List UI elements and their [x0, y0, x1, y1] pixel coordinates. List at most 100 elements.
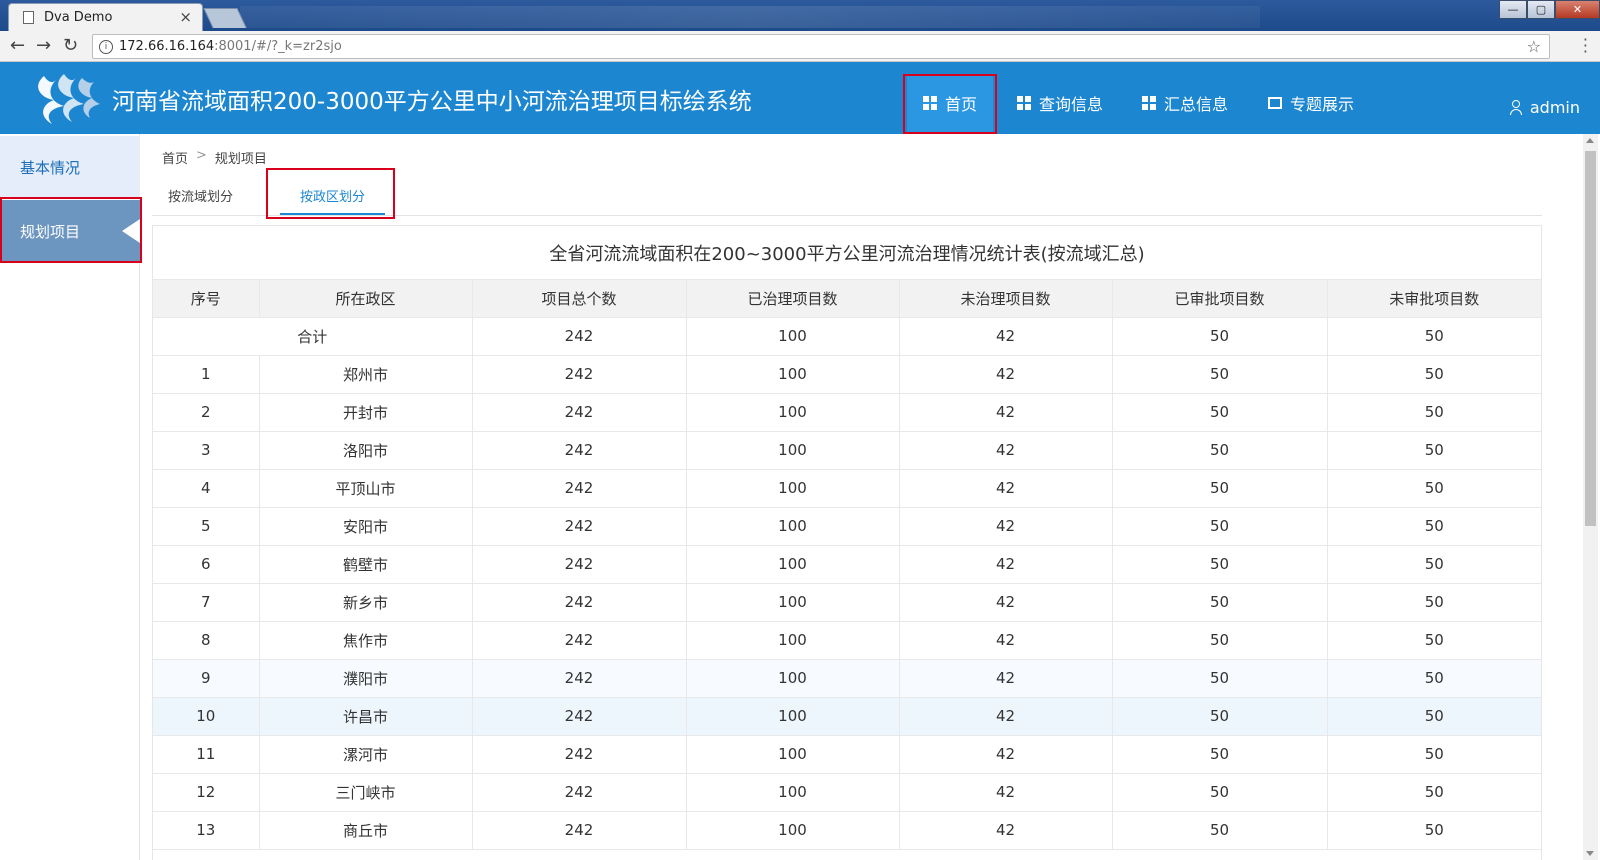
info-icon[interactable]: i [99, 39, 113, 54]
table-cell: 11 [153, 735, 260, 774]
table-cell: 50 [1327, 469, 1541, 508]
table-row[interactable]: 11 漯河市 242 100 42 50 50 [153, 735, 1541, 774]
table-cell: 100 [686, 735, 900, 774]
table-title: 全省河流流域面积在200~3000平方公里河流治理情况统计表(按流域汇总) [153, 226, 1541, 280]
tab-by-region[interactable]: 按政区划分 [280, 186, 386, 215]
table-cell: 42 [899, 545, 1113, 584]
table-row[interactable]: 5 安阳市 242 100 42 50 50 [153, 507, 1541, 546]
maximize-button[interactable]: ▢ [1527, 0, 1555, 19]
table-cell: 新乡市 [259, 583, 473, 622]
table-cell: 100 [686, 393, 900, 432]
tab-close-icon[interactable]: × [179, 8, 192, 26]
column-header: 未审批项目数 [1327, 280, 1541, 318]
table-cell: 100 [686, 469, 900, 508]
forward-arrow-icon[interactable]: → [36, 35, 51, 56]
nav-query-label: 查询信息 [1039, 95, 1104, 114]
table-cell: 242 [472, 355, 687, 394]
table-cell: 100 [686, 773, 900, 812]
table-cell: 242 [472, 583, 687, 622]
table-cell: 4 [153, 469, 260, 508]
browser-tab-bar: Dva Demo × — ▢ ✕ [0, 0, 1600, 31]
table-total-row: 合计 242 100 42 50 50 [153, 317, 1541, 356]
table-row[interactable]: 9 濮阳市 242 100 42 50 50 [153, 659, 1541, 698]
table-cell: 50 [1112, 811, 1328, 850]
nav-query[interactable]: 查询信息 [1001, 74, 1119, 132]
table-cell: 242 [472, 469, 687, 508]
statistics-table: 序号 所在政区 项目总个数 已治理项目数 未治理项目数 已审批项目数 未审批项目数 合计 24… [153, 280, 1541, 850]
scroll-up-arrow-icon[interactable] [1586, 138, 1594, 143]
browser-menu-icon[interactable]: · · · [1583, 32, 1588, 60]
table-cell: 50 [1112, 621, 1328, 660]
table-cell: 50 [1112, 545, 1328, 584]
table-cell: 242 [472, 659, 687, 698]
table-cell: 42 [899, 317, 1113, 356]
table-row[interactable]: 3 洛阳市 242 100 42 50 50 [153, 431, 1541, 470]
column-header: 已审批项目数 [1112, 280, 1328, 318]
table-cell: 10 [153, 697, 260, 736]
table-cell: 焦作市 [259, 621, 473, 660]
table-cell: 50 [1112, 659, 1328, 698]
table-cell: 50 [1112, 735, 1328, 774]
table-cell: 50 [1112, 355, 1328, 394]
table-cell: 242 [472, 621, 687, 660]
column-header: 所在政区 [259, 280, 473, 318]
table-cell: 5 [153, 507, 260, 546]
table-cell: 242 [472, 811, 687, 850]
table-cell: 50 [1327, 393, 1541, 432]
table-cell: 42 [899, 659, 1113, 698]
table-row[interactable]: 8 焦作市 242 100 42 50 50 [153, 621, 1541, 660]
sidebar-item-planning-projects[interactable]: 规划项目 [0, 200, 140, 262]
table-cell: 42 [899, 811, 1113, 850]
breadcrumb-separator: > [196, 148, 207, 163]
table-cell: 100 [686, 697, 900, 736]
reload-icon[interactable]: ↻ [63, 35, 78, 56]
table-cell: 50 [1112, 393, 1328, 432]
scrollbar-thumb[interactable] [1585, 151, 1596, 526]
url-input[interactable]: i 172.66.16.164 :8001/#/?_k=zr2sjo ☆ [92, 34, 1550, 59]
grid-icon [1017, 96, 1031, 110]
browser-tab[interactable]: Dva Demo × [8, 3, 203, 31]
nav-summary-label: 汇总信息 [1164, 95, 1229, 114]
table-cell: 100 [686, 811, 900, 850]
minimize-button[interactable]: — [1499, 0, 1527, 19]
bookmark-star-icon[interactable]: ☆ [1527, 37, 1541, 56]
table-cell: 50 [1327, 621, 1541, 660]
nav-summary[interactable]: 汇总信息 [1126, 74, 1244, 132]
table-cell: 42 [899, 507, 1113, 546]
table-cell: 许昌市 [259, 697, 473, 736]
table-cell: 2 [153, 393, 260, 432]
table-cell: 100 [686, 545, 900, 584]
nav-home[interactable]: 首页 [907, 74, 994, 132]
table-cell: 42 [899, 697, 1113, 736]
page-scrollbar[interactable] [1583, 134, 1598, 860]
table-cell: 242 [472, 735, 687, 774]
table-cell: 242 [472, 507, 687, 546]
nav-thematic[interactable]: 专题展示 [1252, 74, 1370, 132]
scroll-down-arrow-icon[interactable] [1586, 851, 1594, 856]
table-cell: 42 [899, 621, 1113, 660]
column-header: 序号 [153, 280, 260, 318]
table-row[interactable]: 13 商丘市 242 100 42 50 50 [153, 811, 1541, 850]
table-cell: 6 [153, 545, 260, 584]
table-cell: 100 [686, 621, 900, 660]
sidebar-item-label: 规划项目 [20, 222, 81, 241]
active-indicator-notch [122, 219, 140, 243]
table-row[interactable]: 6 鹤壁市 242 100 42 50 50 [153, 545, 1541, 584]
user-menu[interactable]: admin [1509, 98, 1580, 117]
breadcrumb-home[interactable]: 首页 [162, 148, 188, 167]
table-cell: 50 [1327, 773, 1541, 812]
table-row[interactable]: 4 平顶山市 242 100 42 50 50 [153, 469, 1541, 508]
table-row[interactable]: 2 开封市 242 100 42 50 50 [153, 393, 1541, 432]
table-cell: 242 [472, 697, 687, 736]
table-row[interactable]: 12 三门峡市 242 100 42 50 50 [153, 773, 1541, 812]
close-window-button[interactable]: ✕ [1555, 0, 1600, 19]
table-row[interactable]: 1 郑州市 242 100 42 50 50 [153, 355, 1541, 394]
back-arrow-icon[interactable]: ← [10, 35, 25, 56]
sidebar-item-basic-info[interactable]: 基本情况 [0, 136, 140, 198]
tab-by-basin[interactable]: 按流域划分 [168, 186, 233, 205]
table-cell: 100 [686, 355, 900, 394]
table-cell: 3 [153, 431, 260, 470]
table-row[interactable]: 7 新乡市 242 100 42 50 50 [153, 583, 1541, 622]
table-row[interactable]: 10 许昌市 242 100 42 50 50 [153, 697, 1541, 736]
app-header: 河南省流域面积200-3000平方公里中小河流治理项目标绘系统 首页 查询信息 … [0, 62, 1600, 134]
